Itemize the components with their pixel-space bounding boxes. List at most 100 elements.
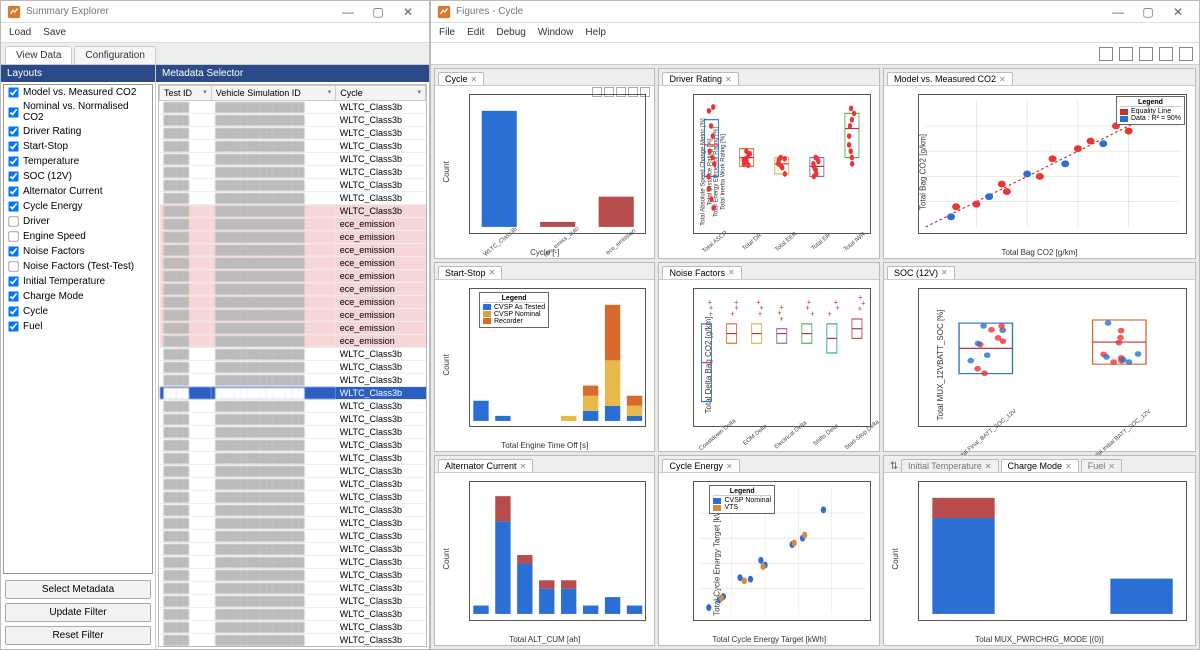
menu-window[interactable]: Window xyxy=(538,27,574,38)
figure-tab[interactable]: Cycle✕ xyxy=(438,72,484,85)
close-tab-icon[interactable]: ✕ xyxy=(985,462,992,471)
table-row[interactable]: ██████████████████ece_emission xyxy=(160,309,426,322)
table-row[interactable]: ██████████████████WLTC_Class3b xyxy=(160,452,426,465)
legend[interactable]: LegendCVSP NominalVTS xyxy=(709,485,775,514)
update-filter-button[interactable]: Update Filter xyxy=(5,603,151,622)
table-row[interactable]: ██████████████████ece_emission xyxy=(160,296,426,309)
table-row[interactable]: ██████████████████ece_emission xyxy=(160,231,426,244)
legend[interactable]: LegendCVSP As TestedCVSP NominalRecorder xyxy=(479,292,549,328)
layout-checkbox[interactable] xyxy=(8,87,18,97)
table-row[interactable]: ██████████████████WLTC_Class3b xyxy=(160,439,426,452)
layout-checkbox[interactable] xyxy=(8,306,18,316)
table-row[interactable]: ██████████████████WLTC_Class3b xyxy=(160,192,426,205)
minimize-button[interactable]: ― xyxy=(333,5,363,19)
table-row[interactable]: ██████████████████WLTC_Class3b xyxy=(160,101,426,114)
reorder-tabs-icon[interactable]: ⇅ xyxy=(887,461,901,472)
figure-tab[interactable]: Alternator Current✕ xyxy=(438,459,533,472)
close-tab-icon[interactable]: ✕ xyxy=(1108,462,1115,471)
tab-configuration[interactable]: Configuration xyxy=(74,46,155,64)
figure-tab[interactable]: Cycle Energy✕ xyxy=(662,459,739,472)
table-row[interactable]: ██████████████████WLTC_Class3b xyxy=(160,387,426,400)
close-tab-icon[interactable]: ✕ xyxy=(1065,462,1072,471)
reset-filter-button[interactable]: Reset Filter xyxy=(5,626,151,645)
figure-tab[interactable]: Driver Rating✕ xyxy=(662,72,738,85)
tile-layout-icon[interactable] xyxy=(1139,47,1153,61)
close-tab-icon[interactable]: ✕ xyxy=(489,268,496,277)
layout-checkbox[interactable] xyxy=(8,141,18,151)
table-row[interactable]: ██████████████████WLTC_Class3b xyxy=(160,504,426,517)
layout-item[interactable]: Alternator Current xyxy=(4,184,152,199)
table-row[interactable]: ██████████████████ece_emission xyxy=(160,244,426,257)
minimize-button[interactable]: ― xyxy=(1103,5,1133,19)
table-row[interactable]: ██████████████████WLTC_Class3b xyxy=(160,543,426,556)
table-row[interactable]: ██████████████████WLTC_Class3b xyxy=(160,374,426,387)
layout-item[interactable]: Model vs. Measured CO2 xyxy=(4,85,152,100)
menu-load[interactable]: Load xyxy=(9,27,31,38)
table-row[interactable]: ██████████████████WLTC_Class3b xyxy=(160,205,426,218)
plot-area[interactable]: Total Absolute Speed Change Metric [%]To… xyxy=(659,86,878,258)
table-row[interactable]: ██████████████████WLTC_Class3b xyxy=(160,465,426,478)
layout-checkbox[interactable] xyxy=(8,126,18,136)
tab-view-data[interactable]: View Data xyxy=(5,46,72,64)
layout-checkbox[interactable] xyxy=(8,291,18,301)
table-row[interactable]: ██████████████████WLTC_Class3b xyxy=(160,140,426,153)
plot-area[interactable]: CountTotal MUX_PWRCHRG_MODE [(0)] xyxy=(884,473,1195,645)
plot-area[interactable]: CountCycle [-]WLTC_Class3bece_emiss_auto… xyxy=(435,86,654,258)
layout-checkbox[interactable] xyxy=(8,156,18,166)
layout-checkbox[interactable] xyxy=(8,107,18,117)
plot-area[interactable]: Total Bag CO2 [g/km]Total Bag CO2 [g/km]… xyxy=(884,86,1195,258)
table-row[interactable]: ██████████████████ece_emission xyxy=(160,283,426,296)
col-header[interactable]: Cycle▾ xyxy=(336,86,426,101)
figure-tab[interactable]: Start-Stop✕ xyxy=(438,266,502,279)
plot-area[interactable]: CountTotal ALT_CUM [ah] xyxy=(435,473,654,645)
col-header[interactable]: Vehicle Simulation ID▾ xyxy=(211,86,335,101)
layout-checkbox[interactable] xyxy=(8,216,18,226)
table-row[interactable]: ██████████████████WLTC_Class3b xyxy=(160,413,426,426)
layout-checkbox[interactable] xyxy=(8,276,18,286)
layouts-list[interactable]: Model vs. Measured CO2Nominal vs. Normal… xyxy=(3,84,153,574)
figure-tab[interactable]: SOC (12V)✕ xyxy=(887,266,955,279)
print-icon[interactable] xyxy=(1159,47,1173,61)
layout-item[interactable]: Noise Factors (Test-Test) xyxy=(4,259,152,274)
maximize-button[interactable]: ▢ xyxy=(1133,5,1163,19)
table-row[interactable]: ██████████████████WLTC_Class3b xyxy=(160,348,426,361)
figure-tab[interactable]: Fuel✕ xyxy=(1081,459,1122,472)
table-row[interactable]: ██████████████████WLTC_Class3b xyxy=(160,491,426,504)
layout-item[interactable]: Nominal vs. Normalised CO2 xyxy=(4,100,152,124)
layout-checkbox[interactable] xyxy=(8,246,18,256)
layout-checkbox[interactable] xyxy=(8,231,18,241)
layout-checkbox[interactable] xyxy=(8,321,18,331)
layout-checkbox[interactable] xyxy=(8,171,18,181)
table-row[interactable]: ██████████████████WLTC_Class3b xyxy=(160,517,426,530)
close-button[interactable]: ✕ xyxy=(1163,5,1193,19)
layout-item[interactable]: Start-Stop xyxy=(4,139,152,154)
plot-area[interactable]: Total MUX_12VBATT_SOC [%]Total Final_BAT… xyxy=(884,280,1195,452)
layout-item[interactable]: Driver xyxy=(4,214,152,229)
table-row[interactable]: ██████████████████WLTC_Class3b xyxy=(160,621,426,634)
metadata-table[interactable]: Test ID▾Vehicle Simulation ID▾Cycle▾████… xyxy=(158,84,427,647)
figure-tab[interactable]: Charge Mode✕ xyxy=(1001,459,1079,472)
menu-help[interactable]: Help xyxy=(585,27,606,38)
table-row[interactable]: ██████████████████WLTC_Class3b xyxy=(160,426,426,439)
table-row[interactable]: ██████████████████ece_emission xyxy=(160,257,426,270)
table-row[interactable]: ██████████████████WLTC_Class3b xyxy=(160,530,426,543)
close-tab-icon[interactable]: ✕ xyxy=(725,75,732,84)
table-row[interactable]: ██████████████████ece_emission xyxy=(160,322,426,335)
menu-debug[interactable]: Debug xyxy=(496,27,525,38)
table-row[interactable]: ██████████████████WLTC_Class3b xyxy=(160,569,426,582)
close-tab-icon[interactable]: ✕ xyxy=(726,462,733,471)
table-row[interactable]: ██████████████████WLTC_Class3b xyxy=(160,556,426,569)
table-row[interactable]: ██████████████████WLTC_Class3b xyxy=(160,634,426,647)
plot-area[interactable]: Total Delta Bag CO2 [g/km]Coastdown Delt… xyxy=(659,280,878,452)
close-button[interactable]: ✕ xyxy=(393,5,423,19)
legend[interactable]: LegendEquality LineData : R² = 90% xyxy=(1116,96,1185,125)
grid-layout-icon[interactable] xyxy=(1099,47,1113,61)
layout-item[interactable]: Noise Factors xyxy=(4,244,152,259)
table-row[interactable]: ██████████████████WLTC_Class3b xyxy=(160,361,426,374)
menu-file[interactable]: File xyxy=(439,27,455,38)
layout-item[interactable]: Cycle xyxy=(4,304,152,319)
menu-save[interactable]: Save xyxy=(43,27,66,38)
layout-item[interactable]: Engine Speed xyxy=(4,229,152,244)
table-row[interactable]: ██████████████████WLTC_Class3b xyxy=(160,647,426,648)
table-row[interactable]: ██████████████████WLTC_Class3b xyxy=(160,582,426,595)
